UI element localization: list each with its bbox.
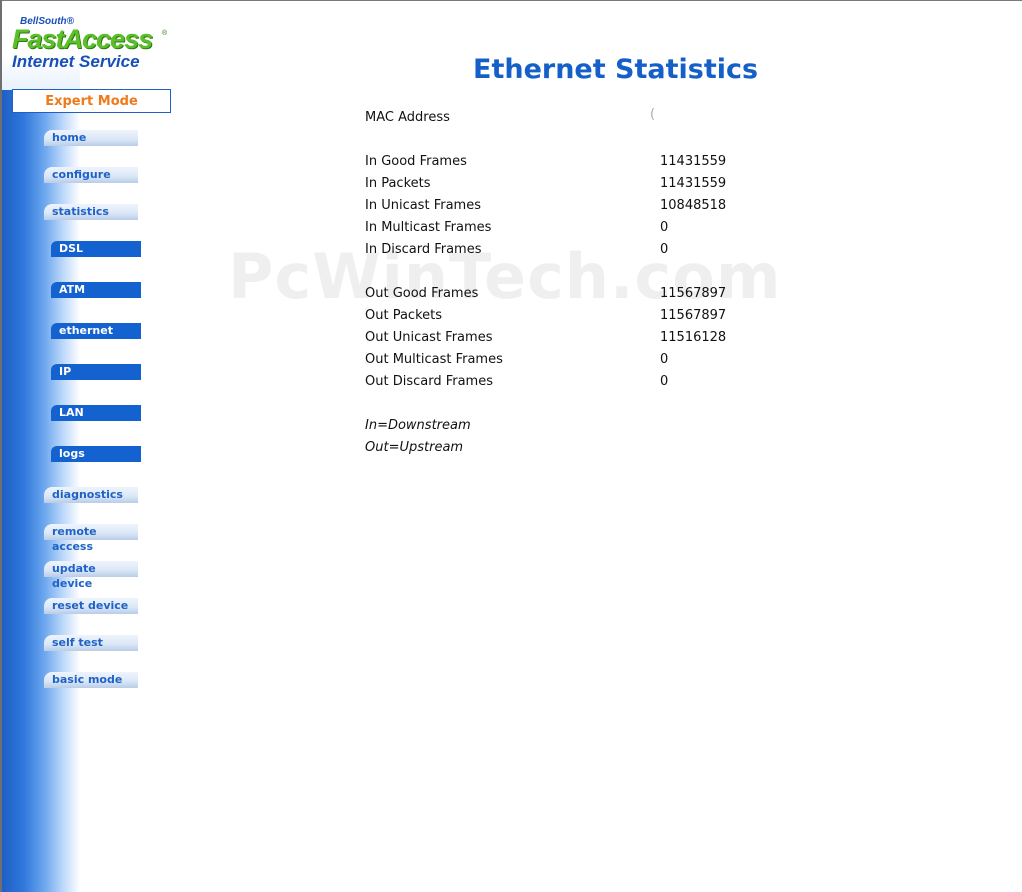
page-title: Ethernet Statistics [473, 54, 759, 85]
stat-label: Out Unicast Frames [365, 330, 493, 345]
logo-registered-mark: ® [162, 30, 168, 37]
stat-value: 11516128 [660, 330, 727, 345]
stat-value: 11431559 [660, 176, 727, 191]
logo-fastaccess: FastAccess [12, 24, 153, 54]
subnav-logs[interactable]: logs [51, 446, 141, 462]
stat-label: Out Packets [365, 308, 443, 323]
mac-address-value: ( [650, 107, 656, 122]
stat-value: 11567897 [660, 308, 727, 323]
watermark: PcWinTech.com [228, 240, 782, 313]
note-downstream: In=Downstream [365, 418, 471, 433]
nav-diagnostics[interactable]: diagnostics [44, 487, 138, 503]
mac-address-label: MAC Address [365, 110, 450, 125]
stat-label: Out Multicast Frames [365, 352, 503, 367]
top-border [0, 0, 1022, 1]
subnav-ethernet[interactable]: ethernet [51, 323, 141, 339]
stat-label: In Good Frames [365, 154, 467, 169]
nav-basic-mode[interactable]: basic mode [44, 672, 138, 688]
stat-value: 10848518 [660, 198, 727, 213]
nav-update-device[interactable]: update device [44, 561, 138, 590]
stat-value: 0 [660, 220, 669, 235]
stat-label: In Discard Frames [365, 242, 482, 257]
subnav-dsl[interactable]: DSL [51, 241, 141, 257]
nav-statistics[interactable]: statistics [44, 204, 138, 220]
nav-remote-access[interactable]: remote access [44, 524, 138, 553]
stat-label: In Packets [365, 176, 431, 191]
fastaccess-logo: BellSouth® FastAccess ® Internet Service [12, 16, 182, 74]
logo-internet-service: Internet Service [12, 52, 140, 71]
subnav-ip[interactable]: IP [51, 364, 141, 380]
stat-label: Out Discard Frames [365, 374, 493, 389]
stat-value: 0 [660, 374, 669, 389]
stat-value: 11567897 [660, 286, 727, 301]
expert-mode-indicator: Expert Mode [12, 89, 171, 113]
stat-label: In Multicast Frames [365, 220, 492, 235]
stat-label: Out Good Frames [365, 286, 479, 301]
note-upstream: Out=Upstream [365, 440, 464, 455]
nav-self-test[interactable]: self test [44, 635, 138, 651]
stat-value: 11431559 [660, 154, 727, 169]
stat-value: 0 [660, 352, 669, 367]
stat-label: In Unicast Frames [365, 198, 481, 213]
subnav-atm[interactable]: ATM [51, 282, 141, 298]
nav-reset-device[interactable]: reset device [44, 598, 138, 614]
subnav-lan[interactable]: LAN [51, 405, 141, 421]
nav-configure[interactable]: configure [44, 167, 138, 183]
stat-value: 0 [660, 242, 669, 257]
nav-home[interactable]: home [44, 130, 138, 146]
